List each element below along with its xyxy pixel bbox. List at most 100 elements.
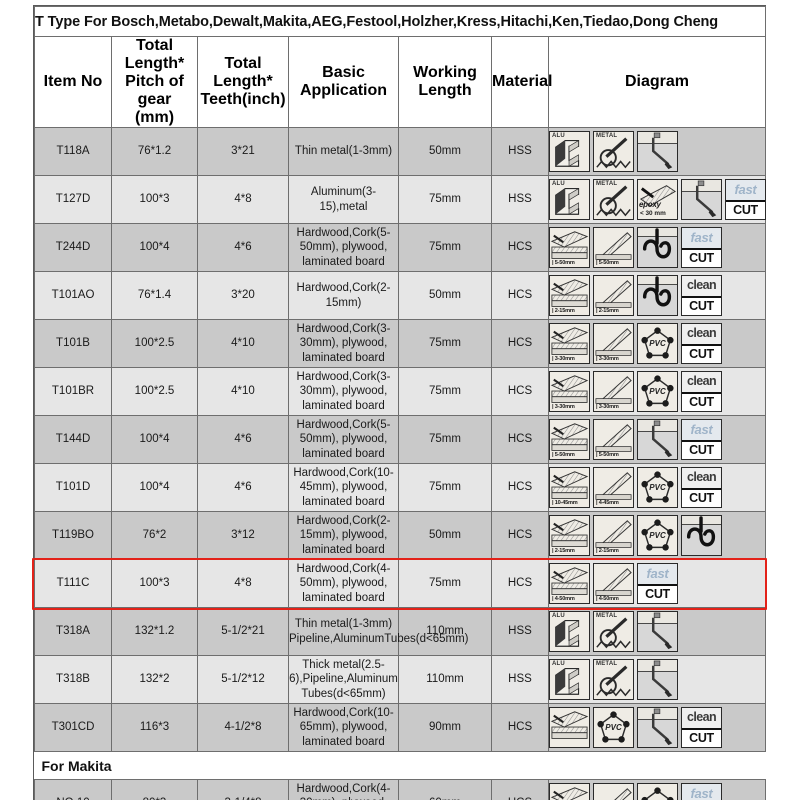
spec-table-container: T Type For Bosch,Metabo,Dewalt,Makita,AE… [33, 5, 767, 800]
wood-board-icon: | 2-15mm [549, 515, 590, 556]
page-root: T Type For Bosch,Metabo,Dewalt,Makita,AE… [0, 0, 800, 800]
column-header-teeth: Total Length* Teeth(inch) [197, 36, 289, 128]
icon-tag-label: METAL [596, 181, 618, 187]
table-row[interactable]: T101D 100*4 4*6 Hardwood,Cork(10-45mm), ply… [34, 463, 767, 512]
plunge-cut-icon [637, 611, 678, 652]
cut-badge-bottom-label: CUT [682, 394, 721, 411]
pvc-label: PVC [605, 722, 622, 732]
cell-application: Hardwood,Cork(10-45mm), plywood, laminat… [288, 463, 399, 512]
table-row[interactable]: T111C 100*3 4*8 Hardwood,Cork(4-50mm), plyw… [34, 559, 767, 608]
wood-board-icon [549, 707, 590, 748]
cell-diagram: | 2-15mm | 2-15mm PVC [547, 511, 767, 560]
wood-bevel-icon: | 2-15mm [593, 515, 634, 556]
wood-thickness-label: | 2-15mm [550, 308, 589, 315]
cut-badge-bottom-label: CUT [682, 250, 721, 267]
clean-cut-badge: clean CUT [681, 371, 722, 412]
cell-item-no: T101BR [34, 367, 112, 416]
table-title-cell: T Type For Bosch,Metabo,Dewalt,Makita,AE… [33, 6, 767, 37]
diagram-icon-group: ALU METAL epoxy < 30 mm fast CUT [549, 178, 766, 222]
cell-teeth: 4-1/2*8 [197, 703, 289, 752]
cell-item-no: T244D [34, 223, 112, 272]
cell-item-no: T318B [34, 655, 112, 704]
table-row[interactable]: T101AO 76*1.4 3*20 Hardwood,Cork(2-15mm) 50m… [34, 271, 767, 320]
cut-badge-top-label: fast [682, 228, 721, 250]
table-row[interactable]: T118A 76*1.2 3*21 Thin metal(1-3mm) 50mm HSS A… [34, 127, 767, 176]
cell-diagram: | 4-30mm| 4-30mmPVCfastCUT [547, 779, 767, 800]
fast-cut-badge: fastCUT [681, 227, 722, 268]
table-row[interactable]: T244D 100*4 4*6 Hardwood,Cork(5-50mm), plyw… [34, 223, 767, 272]
cell-diagram: | 10-45mm | 4-45mm PVC clean CUT [547, 463, 767, 512]
pvc-label: PVC [649, 386, 666, 396]
cell-working-length: 50mm [398, 127, 492, 176]
cell-item-no: T119BO [34, 511, 112, 560]
cut-badge-bottom-label: CUT [682, 442, 721, 459]
cell-working-length: 110mm [398, 607, 492, 656]
cut-badge-bottom-label: CUT [682, 346, 721, 363]
diagram-icon-group: | 3-30mm | 3-30mm PVC clean CUT [549, 370, 765, 414]
fast-cut-badge: fastCUT [725, 179, 766, 220]
cell-diagram: PVC clean CUT [547, 703, 767, 752]
table-row[interactable]: T101B 100*2.5 4*10 Hardwood,Cork(3-30mm), p… [34, 319, 767, 368]
wood-bevel-icon: | 4-45mm [593, 467, 634, 508]
table-row[interactable]: T119BO 76*2 3*12 Hardwood,Cork(2-15mm), ply… [34, 511, 767, 560]
cell-diagram: | 3-30mm | 3-30mm PVC clean CUT [547, 319, 767, 368]
cell-diagram: | 4-50mm | 4-50mm fast CUT [547, 559, 767, 608]
clean-cut-badge: clean CUT [681, 467, 722, 508]
table-row[interactable]: T101BR 100*2.5 4*10 Hardwood,Cork(3-30mm), … [34, 367, 767, 416]
fast-cut-badge: fastCUT [681, 783, 722, 800]
pvc-label: PVC [649, 530, 666, 540]
cell-material: HSS [491, 655, 549, 704]
cell-pitch: 132*1.2 [111, 607, 198, 656]
cell-teeth: 4*8 [197, 559, 289, 608]
epoxy-icon: epoxy < 30 mm [637, 179, 678, 220]
cell-material: HCS [491, 367, 549, 416]
column-header-application: Basic Application [288, 36, 399, 128]
cell-application: Hardwood,Cork(4-50mm), plywood, laminate… [288, 559, 399, 608]
cell-working-length: 75mm [398, 319, 492, 368]
cell-teeth: 3*21 [197, 127, 289, 176]
wood-thickness-label: | 4-50mm [594, 596, 633, 603]
alu-profile-icon: ALU [549, 611, 590, 652]
cell-teeth: 3-1/4*8 [197, 779, 289, 800]
pvc-label: PVC [649, 482, 666, 492]
cell-teeth: 4*6 [197, 223, 289, 272]
page-title: T Type For Bosch,Metabo,Dewalt,Makita,AE… [35, 13, 719, 30]
wood-board-icon: | 3-30mm [549, 371, 590, 412]
plunge-cut-icon [637, 707, 678, 748]
icon-tag-label: METAL [596, 661, 618, 667]
table-row[interactable]: T318B 132*2 5-1/2*12 Thick metal(2.5-6),Pip… [34, 655, 767, 704]
cell-working-length: 75mm [398, 175, 492, 224]
wood-bevel-icon: | 5-50mm [593, 227, 634, 268]
table-row[interactable]: NO.1080*33-1/4*8Hardwood,Cork(4-30mm), p… [34, 779, 767, 800]
cell-application: Hardwood,Cork(2-15mm), plywood, laminate… [288, 511, 399, 560]
cell-teeth: 4*6 [197, 463, 289, 512]
column-header-item-no: Item No [34, 36, 112, 128]
icon-tag-label: ALU [552, 181, 565, 187]
table-row[interactable]: T301CD 116*3 4-1/2*8 Hardwood,Cork(10-65mm)… [34, 703, 767, 752]
table-row[interactable]: T144D 100*4 4*6 Hardwood,Cork(5-50mm), plyw… [34, 415, 767, 464]
plunge-cut-icon [637, 419, 678, 460]
plunge-cut-icon [681, 179, 722, 220]
alu-profile-icon: ALU [549, 659, 590, 700]
cell-pitch: 80*3 [111, 779, 198, 800]
plunge-cut-icon [637, 131, 678, 172]
diagram-icon-group: | 4-30mm| 4-30mmPVCfastCUT [549, 782, 765, 800]
cell-application: Hardwood,Cork(5-50mm), plywood, laminate… [288, 415, 399, 464]
cell-material: HCS [491, 223, 549, 272]
metal-pipe-icon: METAL [593, 659, 634, 700]
table-header-row: Item No Total Length* Pitch of gear (mm) Tot… [34, 36, 767, 128]
cell-application: Hardwood,Cork(4-30mm), plywood, laminate… [288, 779, 399, 800]
cut-badge-top-label: clean [682, 324, 721, 346]
cell-application: Aluminum(3-15),metal [288, 175, 399, 224]
curve-cut-icon [681, 515, 722, 556]
cell-application: Hardwood,Cork(10-65mm), plywood, laminat… [288, 703, 399, 752]
cell-application: Thin metal(1-3mm) Pipeline,AluminumTubes… [288, 607, 469, 656]
pvc-icon: PVC [637, 467, 678, 508]
cut-badge-top-label: clean [682, 468, 721, 490]
epoxy-label: epoxy [639, 200, 661, 209]
diagram-icon-group: ALU METAL [549, 130, 765, 174]
cell-working-length: 75mm [398, 463, 492, 512]
diagram-icon-group: | 10-45mm | 4-45mm PVC clean CUT [549, 466, 765, 510]
table-row[interactable]: T318A 132*1.2 5-1/2*21 Thin metal(1-3mm) Pi… [34, 607, 767, 656]
table-row[interactable]: T127D 100*3 4*8 Aluminum(3-15),metal 75mm HSS… [34, 175, 767, 224]
